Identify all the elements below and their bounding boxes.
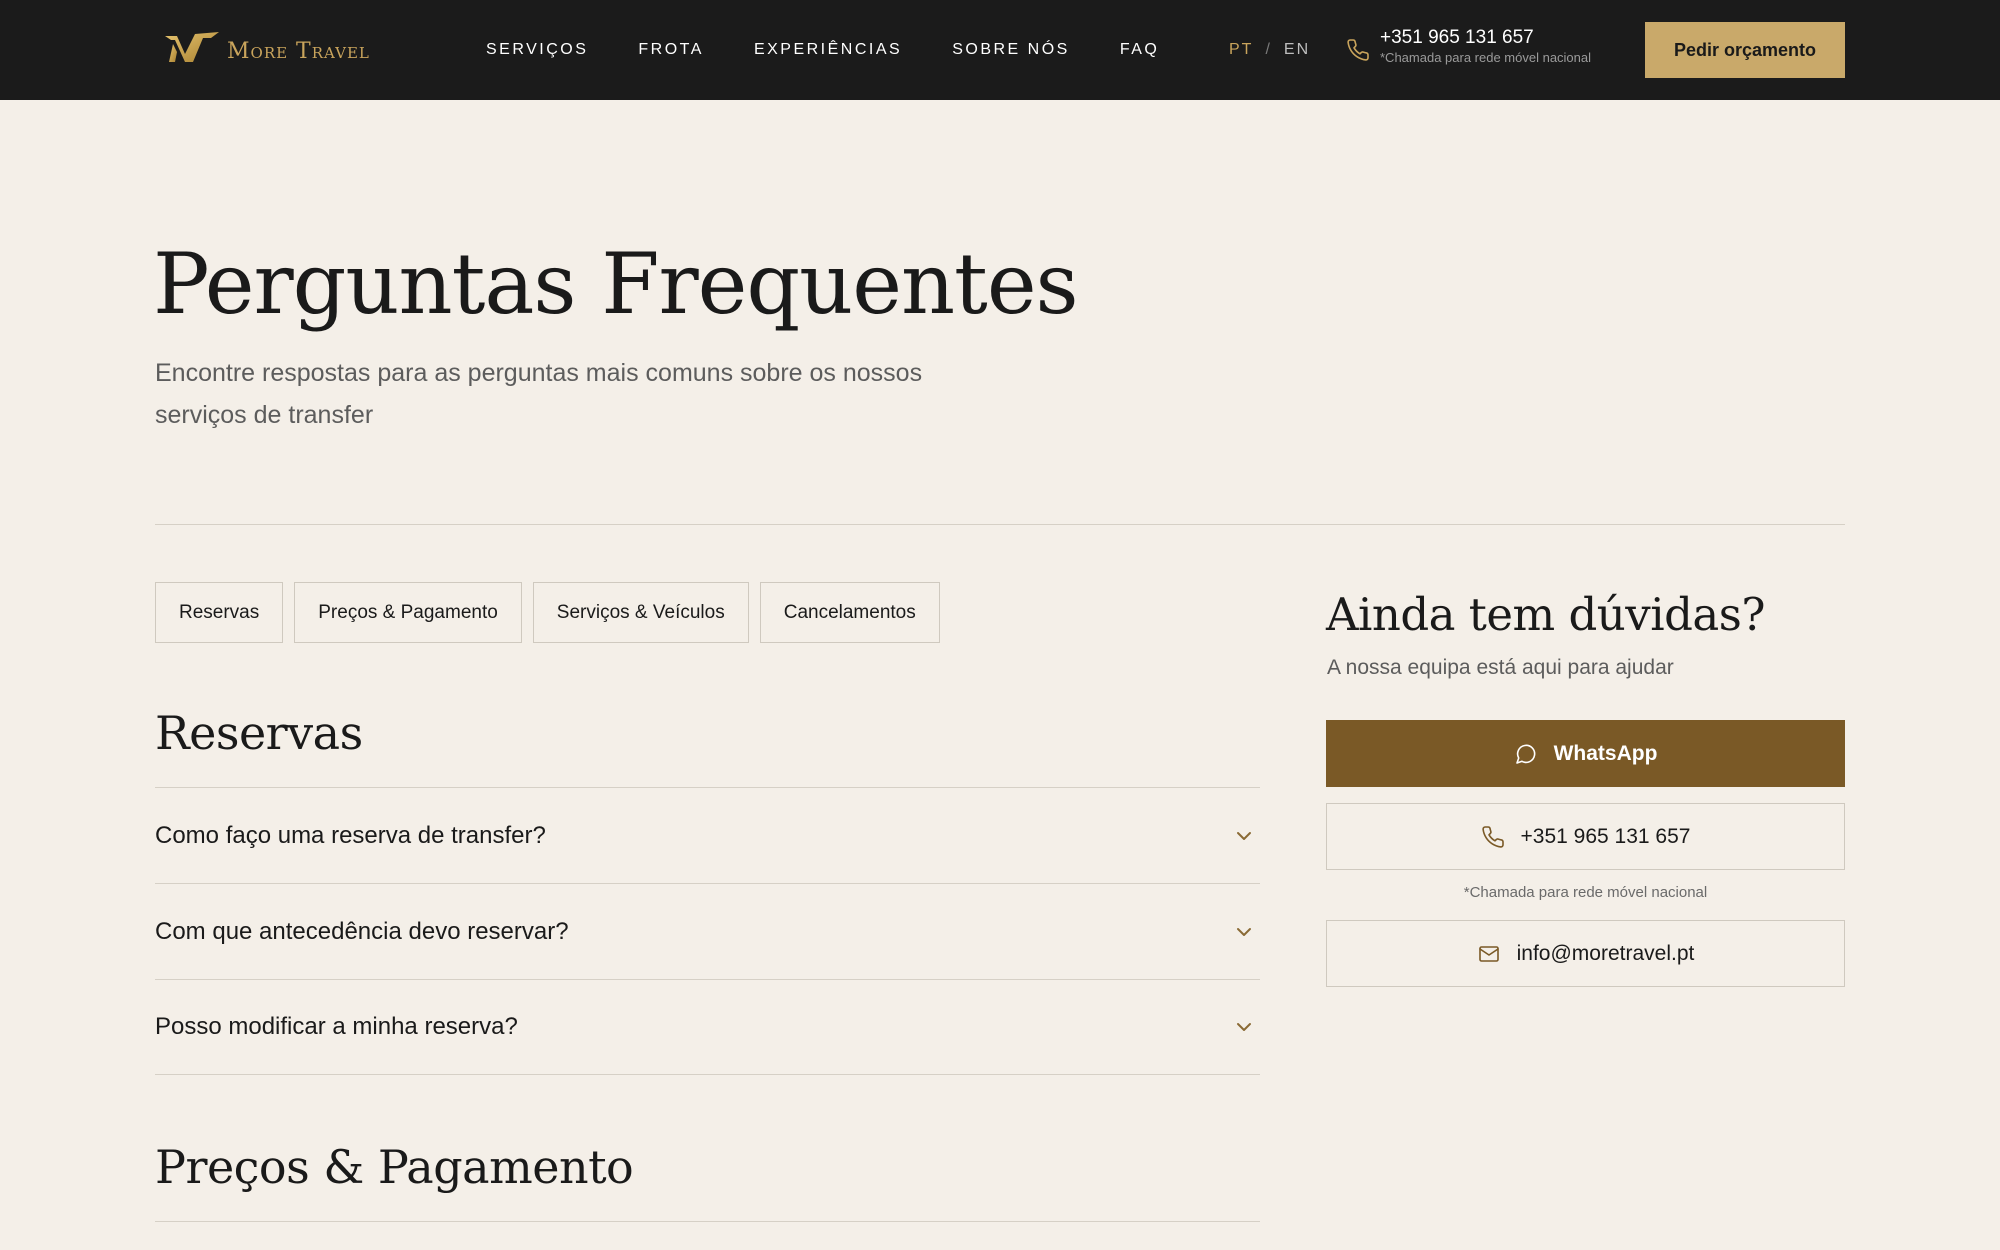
email-label: info@moretravel.pt [1516, 941, 1695, 965]
section-divider [155, 524, 1845, 525]
page-subtitle: Encontre respostas para as perguntas mai… [155, 359, 923, 429]
nav-item-frota[interactable]: FROTA [638, 41, 704, 59]
logo-icon [165, 32, 219, 62]
nav-item-sobre-nos[interactable]: SOBRE NÓS [952, 41, 1070, 59]
nav-item-faq[interactable]: FAQ [1120, 41, 1160, 59]
email-button[interactable]: info@moretravel.pt [1326, 920, 1845, 987]
lang-en[interactable]: EN [1284, 41, 1310, 58]
phone-icon [1347, 39, 1369, 61]
nav-item-servicos[interactable]: SERVIÇOS [486, 41, 588, 59]
logo[interactable]: More Travel [163, 30, 370, 66]
whatsapp-button[interactable]: WhatsApp [1326, 720, 1845, 787]
tab-precos-pagamento[interactable]: Preços & Pagamento [294, 582, 522, 643]
sidebar-subtitle: A nossa equipa está aqui para ajudar [1327, 656, 1674, 679]
section-divider [155, 1221, 1260, 1222]
phone-label: +351 965 131 657 [1520, 824, 1691, 848]
page-title: Perguntas Frequentes [153, 235, 1079, 333]
phone-button[interactable]: +351 965 131 657 [1326, 803, 1845, 870]
faq-item[interactable]: Com que antecedência devo reservar? [155, 883, 1260, 979]
header-phone[interactable]: +351 965 131 657 *Chamada para rede móve… [1346, 26, 1591, 66]
nav-item-experiencias[interactable]: EXPERIÊNCIAS [754, 41, 902, 59]
lang-separator: / [1265, 41, 1272, 58]
language-switcher: PT / EN [1229, 41, 1310, 59]
faq-item[interactable]: Posso modificar a minha reserva? [155, 979, 1260, 1075]
faq-list: Como faço uma reserva de transfer? Com q… [155, 787, 1260, 1075]
faq-item[interactable]: Como faço uma reserva de transfer? [155, 787, 1260, 883]
faq-question: Posso modificar a minha reserva? [155, 1013, 518, 1040]
tab-reservas[interactable]: Reservas [155, 582, 284, 643]
faq-section-title: Reservas [155, 706, 363, 760]
site-header: More Travel SERVIÇOS FROTA EXPERIÊNCIAS … [0, 0, 2000, 100]
header-phone-note: *Chamada para rede móvel nacional [1380, 50, 1592, 65]
chevron-down-icon [1237, 1023, 1251, 1031]
sidebar-title: Ainda tem dúvidas? [1326, 588, 1765, 641]
whatsapp-label: WhatsApp [1553, 741, 1658, 765]
tab-cancelamentos[interactable]: Cancelamentos [759, 582, 940, 643]
phone-note: *Chamada para rede móvel nacional [1463, 884, 1708, 901]
chevron-down-icon [1237, 927, 1251, 936]
main-nav: SERVIÇOS FROTA EXPERIÊNCIAS SOBRE NÓS FA… [486, 0, 1209, 100]
header-phone-number: +351 965 131 657 [1380, 27, 1534, 48]
mail-icon [1478, 945, 1499, 962]
lang-pt[interactable]: PT [1229, 41, 1253, 58]
chevron-down-icon [1237, 831, 1251, 840]
faq-section-title: Preços & Pagamento [155, 1140, 634, 1194]
faq-category-tabs: Reservas Preços & Pagamento Serviços & V… [155, 582, 951, 643]
tab-servicos-veiculos[interactable]: Serviços & Veículos [532, 582, 749, 643]
faq-question: Com que antecedência devo reservar? [155, 917, 569, 945]
faq-question: Como faço uma reserva de transfer? [155, 821, 546, 849]
chat-bubble-icon [1515, 744, 1535, 764]
brand-name: More Travel [227, 38, 370, 64]
phone-icon [1481, 825, 1504, 848]
request-quote-button[interactable]: Pedir orçamento [1645, 22, 1845, 78]
